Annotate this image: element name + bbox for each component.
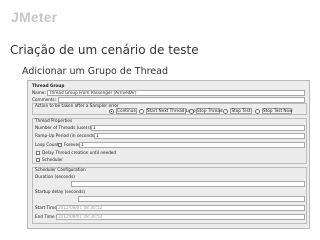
jmeter-logo: JMeter xyxy=(11,9,58,25)
ramp-up-field[interactable]: 1 xyxy=(94,133,305,139)
ramp-up-label: Ramp-Up Period (in seconds): xyxy=(35,133,98,138)
thread-properties-title: Thread Properties xyxy=(35,118,73,123)
startup-delay-field[interactable] xyxy=(78,196,305,202)
duration-field[interactable] xyxy=(71,181,305,187)
sampler-error-label: Action to be taken after a Sampler error xyxy=(35,103,119,108)
scheduler-label: Scheduler xyxy=(42,157,63,162)
continue-option[interactable]: Continue xyxy=(116,108,137,114)
thread-group-panel: Thread Group Name: Thread Group From Pas… xyxy=(27,80,310,229)
start-next-thread-loop-option[interactable]: Start Next Thread Loop xyxy=(146,108,196,114)
end-time-field[interactable]: 2012/08/01 08:30:52 xyxy=(56,214,305,220)
continue-radio[interactable] xyxy=(109,109,114,114)
loop-count-field[interactable]: 1 xyxy=(79,142,305,148)
sampler-error-box: Action to be taken after a Sampler error… xyxy=(32,103,307,115)
scheduler-config-title: Scheduler Configuration xyxy=(35,167,86,172)
stop-test-now-radio[interactable] xyxy=(255,109,260,114)
stop-thread-radio[interactable] xyxy=(189,109,194,114)
num-threads-field[interactable]: 1 xyxy=(91,125,305,131)
start-time-field[interactable]: 2012/08/01 08:30:52 xyxy=(56,205,305,211)
page-subtitle: Adicionar um Grupo de Thread xyxy=(22,66,169,77)
start-time-label: Start Time xyxy=(35,205,57,210)
forever-checkbox[interactable] xyxy=(58,143,62,147)
forever-label: Forever xyxy=(64,142,80,147)
duration-label: Duration (seconds) xyxy=(35,174,75,179)
start-next-thread-loop-radio[interactable] xyxy=(139,109,144,114)
stop-test-radio[interactable] xyxy=(223,109,228,114)
name-field[interactable]: Thread Group From Passenger (ArrivedAr) xyxy=(47,90,305,96)
thread-properties-box: Thread Properties Number of Threads (use… xyxy=(32,118,307,164)
loop-count-label: Loop Count: xyxy=(35,142,61,147)
page-title: Criação de um cenário de teste xyxy=(10,43,199,57)
startup-delay-label: Startup delay (seconds) xyxy=(35,189,86,194)
scheduler-config-box: Scheduler Configuration Duration (second… xyxy=(32,167,307,224)
delay-thread-checkbox[interactable] xyxy=(36,151,40,155)
delay-thread-label: Delay Thread creation until needed xyxy=(42,150,117,155)
num-threads-label: Number of Threads (users): xyxy=(35,125,93,130)
scheduler-checkbox[interactable] xyxy=(36,158,40,162)
end-time-label: End Time xyxy=(35,214,55,219)
stop-thread-option[interactable]: Stop Thread xyxy=(196,108,223,114)
stop-test-option[interactable]: Stop Test xyxy=(230,108,252,114)
stop-test-now-option[interactable]: Stop Test Now xyxy=(262,108,293,114)
name-label: Name: xyxy=(32,90,46,95)
panel-title: Thread Group xyxy=(32,83,65,88)
